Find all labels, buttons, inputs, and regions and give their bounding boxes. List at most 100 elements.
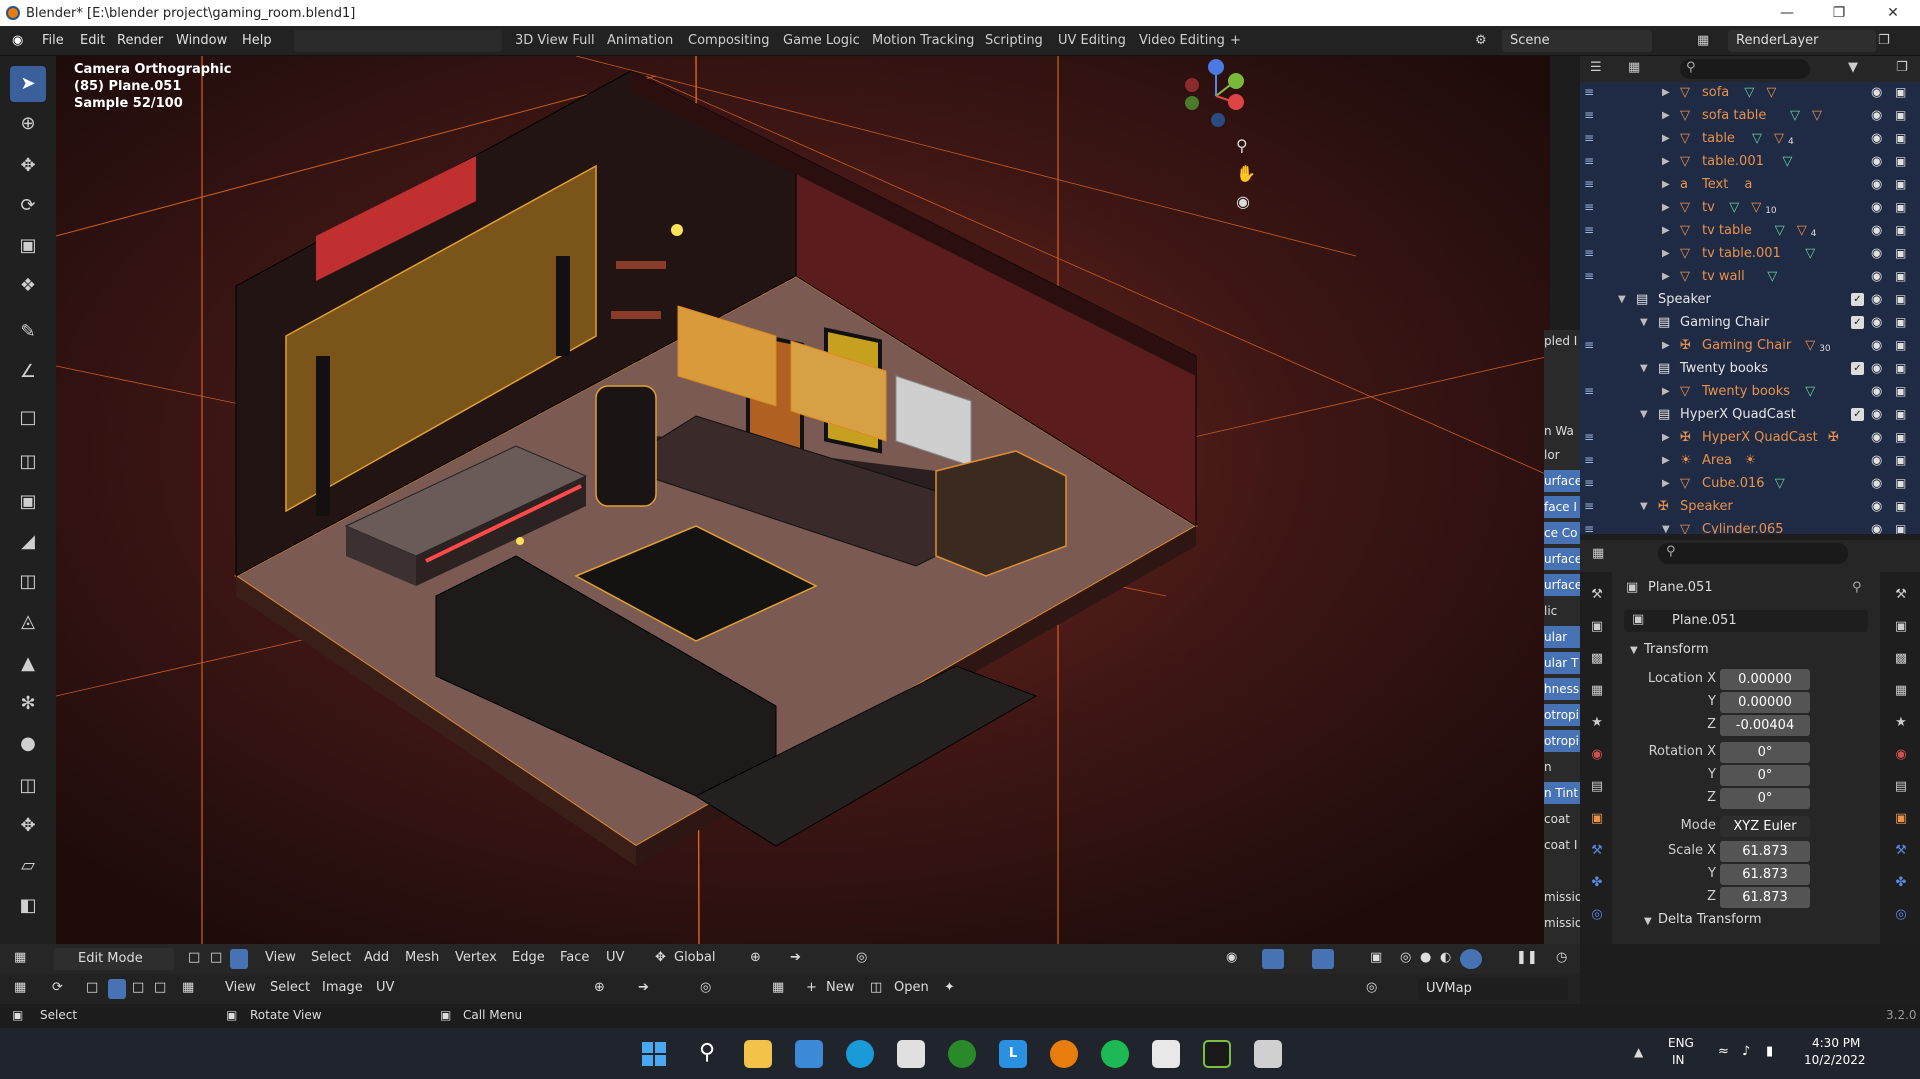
camera-render-icon[interactable]: ▣ <box>1895 288 1906 311</box>
object-name-field[interactable]: ▣ Plane.051 <box>1624 610 1868 632</box>
eye-icon[interactable]: ◉ <box>1871 311 1882 334</box>
outliner-item-label[interactable]: Gaming Chair <box>1680 311 1769 334</box>
expand-arrow-icon[interactable]: ▼ <box>1618 288 1626 311</box>
uv-sync-icon[interactable]: ⟳ <box>52 980 63 995</box>
new-collection-icon[interactable]: ❐ <box>1896 60 1908 75</box>
eye-icon[interactable]: ◉ <box>1871 196 1882 219</box>
uv-proportional-icon[interactable]: ◎ <box>700 980 711 995</box>
exclude-checkbox[interactable]: ✓ <box>1851 362 1864 375</box>
eye-icon[interactable]: ◉ <box>1871 288 1882 311</box>
modifier-icon[interactable]: ▽ <box>1797 219 1807 242</box>
collapse-arrow-icon[interactable]: ▼ <box>1630 645 1638 656</box>
restrict-icon[interactable]: ≡ <box>1584 150 1594 173</box>
mesh-icon[interactable]: ▽ <box>1775 472 1785 495</box>
volume-icon[interactable]: ♪ <box>1742 1044 1750 1059</box>
expand-arrow-icon[interactable]: ▶ <box>1662 196 1670 219</box>
uvmap-field[interactable]: UVMap <box>1418 978 1568 1000</box>
world-tab-icon[interactable]: ◉ <box>1588 746 1606 764</box>
eye-icon[interactable]: ◉ <box>1871 380 1882 403</box>
rotation-mode-dropdown[interactable]: XYZ Euler <box>1720 816 1810 837</box>
restrict-icon[interactable]: ≡ <box>1584 81 1594 104</box>
view-object-types-icon[interactable]: ◉ <box>1226 950 1237 965</box>
tool-tab-icon[interactable]: ⚒ <box>1588 586 1606 604</box>
outliner-row[interactable]: ≡ ▶ ▽ tv table.001 ▽ ◉ ▣ <box>1580 242 1920 265</box>
restrict-icon[interactable]: ≡ <box>1584 426 1594 449</box>
vertex-select-icon[interactable]: □ <box>188 950 200 965</box>
outliner-item-label[interactable]: tv table <box>1702 219 1752 242</box>
menu-view[interactable]: View <box>265 950 296 965</box>
wifi-icon[interactable]: ≈ <box>1718 1044 1729 1059</box>
camera-render-icon[interactable]: ▣ <box>1895 104 1906 127</box>
orientation-dropdown[interactable]: Global <box>674 950 715 965</box>
display-mode-icon[interactable]: ☰ <box>1590 60 1602 75</box>
text-icon[interactable]: a <box>1744 173 1752 196</box>
uv-overlay-icon[interactable]: ◎ <box>1366 980 1377 995</box>
menu-select[interactable]: Select <box>311 950 351 965</box>
measure-tool-icon[interactable]: ∠ <box>10 354 46 390</box>
filter-icon[interactable]: ▼ <box>1848 60 1858 75</box>
outliner-item-label[interactable]: tv <box>1702 196 1715 219</box>
outliner-item-label[interactable]: sofa table <box>1702 104 1766 127</box>
modifier-icon[interactable]: ▽ <box>1812 104 1822 127</box>
clock-time[interactable]: 4:30 PM <box>1812 1036 1860 1050</box>
camera-render-icon[interactable]: ▣ <box>1895 518 1906 534</box>
outliner-search-input[interactable]: ⚲ <box>1680 59 1810 79</box>
mesh-icon[interactable]: ▽ <box>1805 242 1815 265</box>
outliner-row[interactable]: ▼ ▤ HyperX QuadCast ✓ ◉ ▣ <box>1580 403 1920 426</box>
eye-icon[interactable]: ◉ <box>1871 150 1882 173</box>
side-label[interactable]: mission <box>1544 886 1580 908</box>
uv-menu-select[interactable]: Select <box>270 980 310 995</box>
outliner-row[interactable]: ≡ ▼ ▽ Cylinder.065 ◉ ▣ <box>1580 518 1920 534</box>
open-image-button[interactable]: Open <box>894 980 929 995</box>
shading-solid-icon[interactable]: ● <box>1420 950 1431 965</box>
mesh-icon[interactable]: ▽ <box>1805 380 1815 403</box>
physics-tab-icon[interactable]: ◎ <box>1588 906 1606 924</box>
scale-x-field[interactable]: 61.873 <box>1720 841 1810 862</box>
outliner-row[interactable]: ≡ ▶ ▽ tv ▽ ▽ 10 ◉ ▣ <box>1580 196 1920 219</box>
delta-transform-header[interactable]: Delta Transform <box>1658 912 1761 927</box>
expand-arrow-icon[interactable]: ▶ <box>1662 173 1670 196</box>
new-image-button-icon[interactable]: + <box>806 980 817 995</box>
bevel-tool-icon[interactable]: ◢ <box>10 524 46 560</box>
tool-tab-icon[interactable]: ⚒ <box>1892 586 1910 604</box>
outliner-item-label[interactable]: table.001 <box>1702 150 1764 173</box>
collapse-arrow-icon[interactable]: ▼ <box>1644 916 1652 927</box>
mesh-icon[interactable]: ▽ <box>1767 265 1777 288</box>
poly-build-tool-icon[interactable]: ▲ <box>10 646 46 682</box>
location-y-field[interactable]: 0.00000 <box>1720 692 1810 713</box>
viewport-scene[interactable] <box>56 56 1550 944</box>
particles-tab-icon[interactable]: ✤ <box>1892 874 1910 892</box>
expand-arrow-icon[interactable]: ▼ <box>1662 518 1670 534</box>
outliner-row[interactable]: ≡ ▶ ▽ table.001 ▽ ◉ ▣ <box>1580 150 1920 173</box>
camera-render-icon[interactable]: ▣ <box>1895 265 1906 288</box>
scene-selector-icon[interactable]: ⚙ <box>1475 33 1487 48</box>
side-label[interactable]: coat I <box>1544 834 1580 856</box>
restrict-icon[interactable]: ≡ <box>1584 173 1594 196</box>
collection-tab-icon[interactable]: ▤ <box>1892 778 1910 796</box>
properties-editor-type-icon[interactable]: ▦ <box>1592 546 1604 561</box>
eye-icon[interactable]: ◉ <box>1871 173 1882 196</box>
menu-vertex[interactable]: Vertex <box>455 950 497 965</box>
scale-y-field[interactable]: 61.873 <box>1720 864 1810 885</box>
uv-menu-image[interactable]: Image <box>322 980 363 995</box>
rotate-tool-icon[interactable]: ⟳ <box>10 188 46 224</box>
outliner-item-label[interactable]: Gaming Chair <box>1702 334 1791 357</box>
mesh-icon[interactable]: ▽ <box>1744 81 1754 104</box>
outliner-row[interactable]: ≡ ▶ ✠ Gaming Chair ▽ 30 ◉ ▣ <box>1580 334 1920 357</box>
outliner-item-label[interactable]: Twenty books <box>1702 380 1790 403</box>
eye-icon[interactable]: ◉ <box>1871 219 1882 242</box>
side-label[interactable]: coat <box>1544 808 1580 830</box>
tab-motion-tracking[interactable]: Motion Tracking <box>872 33 974 48</box>
uv-pivot-icon[interactable]: ⊕ <box>594 980 605 995</box>
camera-render-icon[interactable]: ▣ <box>1895 403 1906 426</box>
modifier-icon[interactable]: ▽ <box>1751 196 1761 219</box>
face-select-icon[interactable] <box>230 949 248 969</box>
snipping-tool-icon[interactable] <box>1254 1040 1282 1068</box>
side-label[interactable]: ular T <box>1544 652 1580 674</box>
workspace-active-tab[interactable] <box>294 30 502 52</box>
camera-render-icon[interactable]: ▣ <box>1895 426 1906 449</box>
rotation-y-field[interactable]: 0° <box>1720 765 1810 786</box>
exclude-checkbox[interactable]: ✓ <box>1851 316 1864 329</box>
windows-start-icon[interactable] <box>640 1040 668 1068</box>
expand-arrow-icon[interactable]: ▶ <box>1662 127 1670 150</box>
